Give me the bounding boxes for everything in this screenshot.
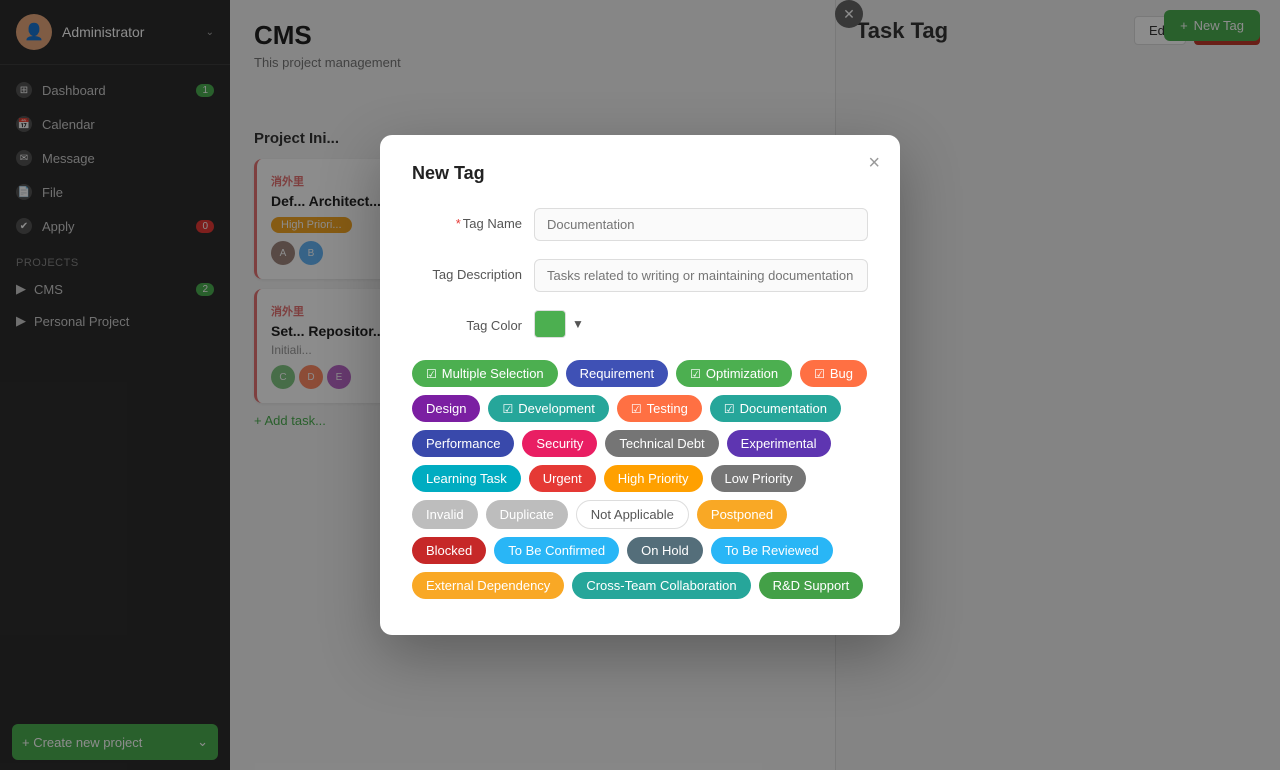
tag-pill-security[interactable]: Security bbox=[522, 430, 597, 457]
tag-check-icon: ☑ bbox=[426, 367, 437, 381]
modal-title: New Tag bbox=[412, 163, 868, 184]
tag-check-icon: ☑ bbox=[502, 402, 513, 416]
modal-close-button[interactable]: × bbox=[868, 153, 880, 173]
tag-label: Invalid bbox=[426, 507, 464, 522]
tag-pill-to-be-reviewed[interactable]: To Be Reviewed bbox=[711, 537, 833, 564]
tag-pill-on-hold[interactable]: On Hold bbox=[627, 537, 703, 564]
tag-pill-testing[interactable]: ☑ Testing bbox=[617, 395, 702, 422]
tag-label: To Be Reviewed bbox=[725, 543, 819, 558]
tag-label: Blocked bbox=[426, 543, 472, 558]
tag-pill-bug[interactable]: ☑ Bug bbox=[800, 360, 867, 387]
tag-check-icon: ☑ bbox=[814, 367, 825, 381]
tag-check-icon: ☑ bbox=[724, 402, 735, 416]
tag-label: Multiple Selection bbox=[442, 366, 544, 381]
tag-pill-high-priority[interactable]: High Priority bbox=[604, 465, 703, 492]
tag-check-icon: ☑ bbox=[631, 402, 642, 416]
tag-label: Urgent bbox=[543, 471, 582, 486]
tag-label: Learning Task bbox=[426, 471, 507, 486]
color-dropdown-icon[interactable]: ▼ bbox=[572, 317, 584, 331]
tag-label: Postponed bbox=[711, 507, 773, 522]
tag-label: Documentation bbox=[740, 401, 827, 416]
tag-pill-performance[interactable]: Performance bbox=[412, 430, 514, 457]
tag-color-row: Tag Color ▼ bbox=[412, 310, 868, 338]
tag-pill-blocked[interactable]: Blocked bbox=[412, 537, 486, 564]
tag-label: Testing bbox=[647, 401, 688, 416]
tag-pill-low-priority[interactable]: Low Priority bbox=[711, 465, 807, 492]
tag-pill-invalid[interactable]: Invalid bbox=[412, 500, 478, 529]
tag-pill-multiple-selection[interactable]: ☑ Multiple Selection bbox=[412, 360, 558, 387]
tag-name-input[interactable] bbox=[534, 208, 868, 241]
tag-label: Duplicate bbox=[500, 507, 554, 522]
tag-label: On Hold bbox=[641, 543, 689, 558]
tag-label: Experimental bbox=[741, 436, 817, 451]
tag-check-icon: ☑ bbox=[690, 367, 701, 381]
tags-grid: ☑ Multiple Selection Requirement ☑ Optimizat… bbox=[412, 356, 868, 603]
tag-label: Performance bbox=[426, 436, 500, 451]
tag-label: Development bbox=[518, 401, 595, 416]
tag-color-label: Tag Color bbox=[412, 310, 522, 333]
new-tag-modal: New Tag × *Tag Name Tag Description Tag … bbox=[380, 135, 900, 635]
tag-pill-learning-task[interactable]: Learning Task bbox=[412, 465, 521, 492]
tag-pill-optimization[interactable]: ☑ Optimization bbox=[676, 360, 792, 387]
tag-pill-external-dependency[interactable]: External Dependency bbox=[412, 572, 564, 599]
tag-pill-requirement[interactable]: Requirement bbox=[566, 360, 668, 387]
tag-name-row: *Tag Name bbox=[412, 208, 868, 241]
color-swatch bbox=[534, 310, 566, 338]
tag-label: Technical Debt bbox=[619, 436, 704, 451]
tag-pill-duplicate[interactable]: Duplicate bbox=[486, 500, 568, 529]
tag-pill-documentation[interactable]: ☑ Documentation bbox=[710, 395, 841, 422]
tag-pill-to-be-confirmed[interactable]: To Be Confirmed bbox=[494, 537, 619, 564]
tag-label: Bug bbox=[830, 366, 853, 381]
tag-pill-urgent[interactable]: Urgent bbox=[529, 465, 596, 492]
tag-desc-input[interactable] bbox=[534, 259, 868, 292]
tag-desc-row: Tag Description bbox=[412, 259, 868, 292]
modal-overlay: New Tag × *Tag Name Tag Description Tag … bbox=[0, 0, 1280, 770]
tag-label: External Dependency bbox=[426, 578, 550, 593]
tag-label: Requirement bbox=[580, 366, 654, 381]
tag-label: Low Priority bbox=[725, 471, 793, 486]
tag-label: Not Applicable bbox=[591, 507, 674, 522]
tag-label: Security bbox=[536, 436, 583, 451]
tag-pill-postponed[interactable]: Postponed bbox=[697, 500, 787, 529]
tag-pill-design[interactable]: Design bbox=[412, 395, 480, 422]
tag-label: To Be Confirmed bbox=[508, 543, 605, 558]
tag-pill-cross-team-collaboration[interactable]: Cross-Team Collaboration bbox=[572, 572, 750, 599]
tag-pill-development[interactable]: ☑ Development bbox=[488, 395, 608, 422]
tag-desc-label: Tag Description bbox=[412, 259, 522, 282]
tag-label: High Priority bbox=[618, 471, 689, 486]
tag-label: R&D Support bbox=[773, 578, 850, 593]
color-picker[interactable]: ▼ bbox=[534, 310, 584, 338]
tag-label: Cross-Team Collaboration bbox=[586, 578, 736, 593]
tag-name-label: *Tag Name bbox=[412, 208, 522, 231]
tag-pill-technical-debt[interactable]: Technical Debt bbox=[605, 430, 718, 457]
tag-label: Optimization bbox=[706, 366, 778, 381]
tag-pill-experimental[interactable]: Experimental bbox=[727, 430, 831, 457]
tag-pill-r&d-support[interactable]: R&D Support bbox=[759, 572, 864, 599]
required-star: * bbox=[456, 216, 461, 231]
tag-label: Design bbox=[426, 401, 466, 416]
tag-pill-not-applicable[interactable]: Not Applicable bbox=[576, 500, 689, 529]
